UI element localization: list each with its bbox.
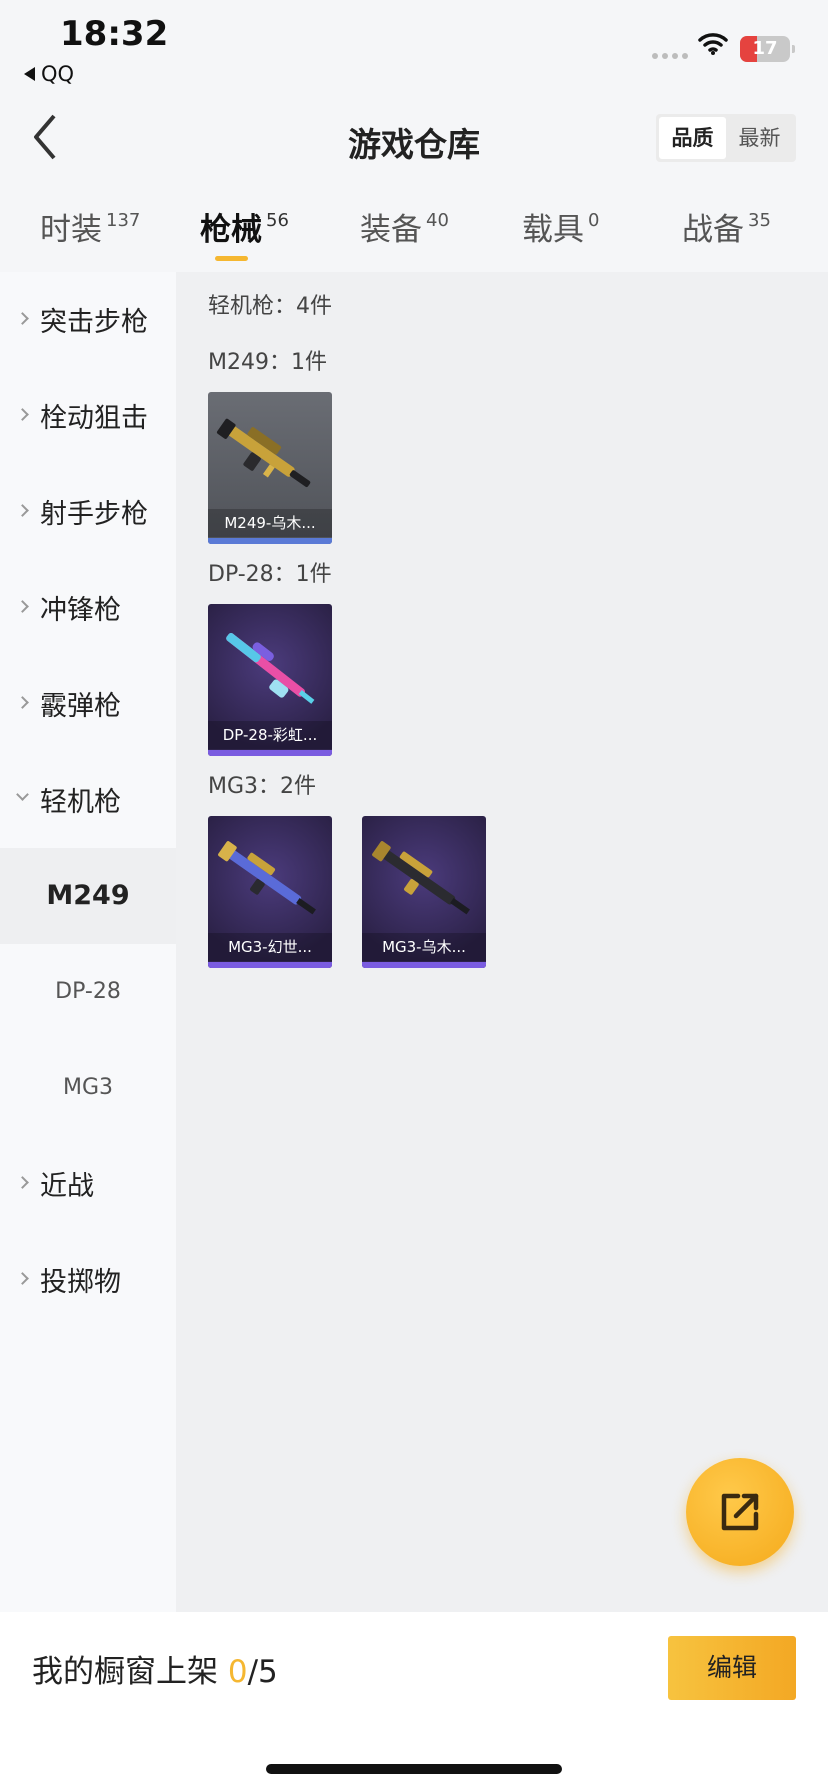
item-card-mg3-fantasy[interactable]: MG3-幻世... [208, 816, 332, 968]
sidebar-item-label: 轻机枪 [40, 787, 121, 818]
sidebar-item-smg[interactable]: 冲锋枪 [0, 560, 176, 656]
group-label-m249: M249：1件 [208, 350, 327, 375]
sidebar-item-melee[interactable]: 近战 [0, 1136, 176, 1232]
back-triangle-icon [24, 67, 35, 81]
lmg-skin-image [218, 841, 316, 915]
sort-quality-button[interactable]: 品质 [659, 117, 726, 159]
sidebar-item-label: 冲锋枪 [40, 595, 121, 626]
tab-label: 时装 [40, 212, 102, 248]
sidebar-item-label: 突击步枪 [40, 307, 148, 338]
tab-count: 137 [106, 210, 141, 231]
sidebar-item-label: 栓动狙击 [40, 403, 148, 434]
item-grid: 轻机枪：4件 M249：1件 M249-乌木... DP-28：1件 DP-28… [176, 272, 828, 1612]
group-label-mg3: MG3：2件 [208, 774, 317, 799]
tab-label: 战备 [682, 212, 744, 248]
sort-toggle: 品质 最新 [656, 114, 796, 162]
tab-label: 载具 [522, 212, 584, 248]
sidebar: 突击步枪 栓动狙击 射手步枪 冲锋枪 霰弹枪 轻机枪 M249 DP-28 MG… [0, 272, 176, 1612]
tab-firearms[interactable]: 枪械 56 [200, 204, 289, 249]
sidebar-subitem-dp28[interactable]: DP-28 [0, 944, 176, 1040]
tab-count: 40 [426, 210, 449, 231]
share-fab-button[interactable] [686, 1458, 794, 1566]
sidebar-item-assault-rifle[interactable]: 突击步枪 [0, 272, 176, 368]
sidebar-item-bolt-sniper[interactable]: 栓动狙击 [0, 368, 176, 464]
showcase-label: 我的橱窗上架 [32, 1654, 228, 1690]
share-export-icon [721, 1493, 759, 1531]
tab-label: 装备 [360, 212, 422, 248]
chevron-right-icon [16, 1176, 29, 1189]
wifi-icon [698, 33, 728, 55]
item-name: M249-乌木... [208, 509, 332, 537]
battery-level: 17 [752, 38, 778, 59]
chevron-down-icon [16, 788, 29, 801]
rarity-bar [362, 962, 486, 968]
lmg-skin-image [372, 841, 470, 915]
group-label-dp28: DP-28：1件 [208, 562, 332, 587]
back-to-app-link[interactable]: QQ [24, 62, 74, 86]
edit-button[interactable]: 编辑 [668, 1636, 796, 1700]
status-bar: 18:32 QQ 17 [0, 0, 828, 100]
showcase-max-count: /5 [247, 1654, 278, 1690]
sidebar-item-marksman-rifle[interactable]: 射手步枪 [0, 464, 176, 560]
tab-equipment[interactable]: 装备 40 [360, 204, 449, 249]
chevron-right-icon [16, 600, 29, 613]
chevron-right-icon [16, 1272, 29, 1285]
sidebar-subitem-m249[interactable]: M249 [0, 848, 176, 944]
chevron-right-icon [16, 312, 29, 325]
item-name: MG3-乌木... [362, 933, 486, 961]
sidebar-subitem-mg3[interactable]: MG3 [0, 1040, 176, 1136]
sidebar-item-shotgun[interactable]: 霰弹枪 [0, 656, 176, 752]
section-count-label: 轻机枪：4件 [208, 294, 332, 319]
lmg-skin-image [216, 418, 311, 488]
tab-count: 35 [748, 210, 771, 231]
item-card-mg3-ebony[interactable]: MG3-乌木... [362, 816, 486, 968]
chevron-right-icon [16, 408, 29, 421]
lmg-skin-image [226, 633, 315, 704]
status-time: 18:32 [60, 14, 169, 54]
showcase-current-count: 0 [227, 1654, 248, 1690]
tab-vehicles[interactable]: 载具 0 [522, 204, 599, 249]
header: 游戏仓库 品质 最新 [0, 100, 828, 190]
tab-count: 56 [266, 210, 289, 231]
tab-count: 0 [588, 210, 600, 231]
rarity-bar [208, 750, 332, 756]
tab-supplies[interactable]: 战备 35 [682, 204, 771, 249]
sort-newest-button[interactable]: 最新 [726, 117, 793, 159]
item-card-m249-ebony[interactable]: M249-乌木... [208, 392, 332, 544]
battery-icon: 17 [740, 36, 795, 62]
rarity-bar [208, 962, 332, 968]
showcase-counter: 我的橱窗上架 0/5 [32, 1646, 278, 1691]
tab-label: 枪械 [200, 212, 262, 248]
item-name: MG3-幻世... [208, 933, 332, 961]
category-tabs: 时装 137 枪械 56 装备 40 载具 0 战备 35 [0, 190, 828, 272]
back-app-label: QQ [41, 62, 75, 86]
rarity-bar [208, 538, 332, 544]
sidebar-item-label: 射手步枪 [40, 499, 148, 530]
home-indicator[interactable] [266, 1764, 562, 1774]
sidebar-item-label: 投掷物 [40, 1267, 121, 1298]
chevron-right-icon [16, 696, 29, 709]
tab-fashion[interactable]: 时装 137 [40, 204, 140, 249]
sidebar-item-lmg[interactable]: 轻机枪 [0, 752, 176, 848]
active-tab-indicator [215, 256, 248, 261]
item-name: DP-28-彩虹... [208, 721, 332, 749]
item-card-dp28-rainbow[interactable]: DP-28-彩虹... [208, 604, 332, 756]
sidebar-item-label: 近战 [40, 1171, 94, 1202]
sidebar-item-throwables[interactable]: 投掷物 [0, 1232, 176, 1328]
signal-icon [652, 53, 688, 59]
chevron-right-icon [16, 504, 29, 517]
sidebar-item-label: 霰弹枪 [40, 691, 121, 722]
